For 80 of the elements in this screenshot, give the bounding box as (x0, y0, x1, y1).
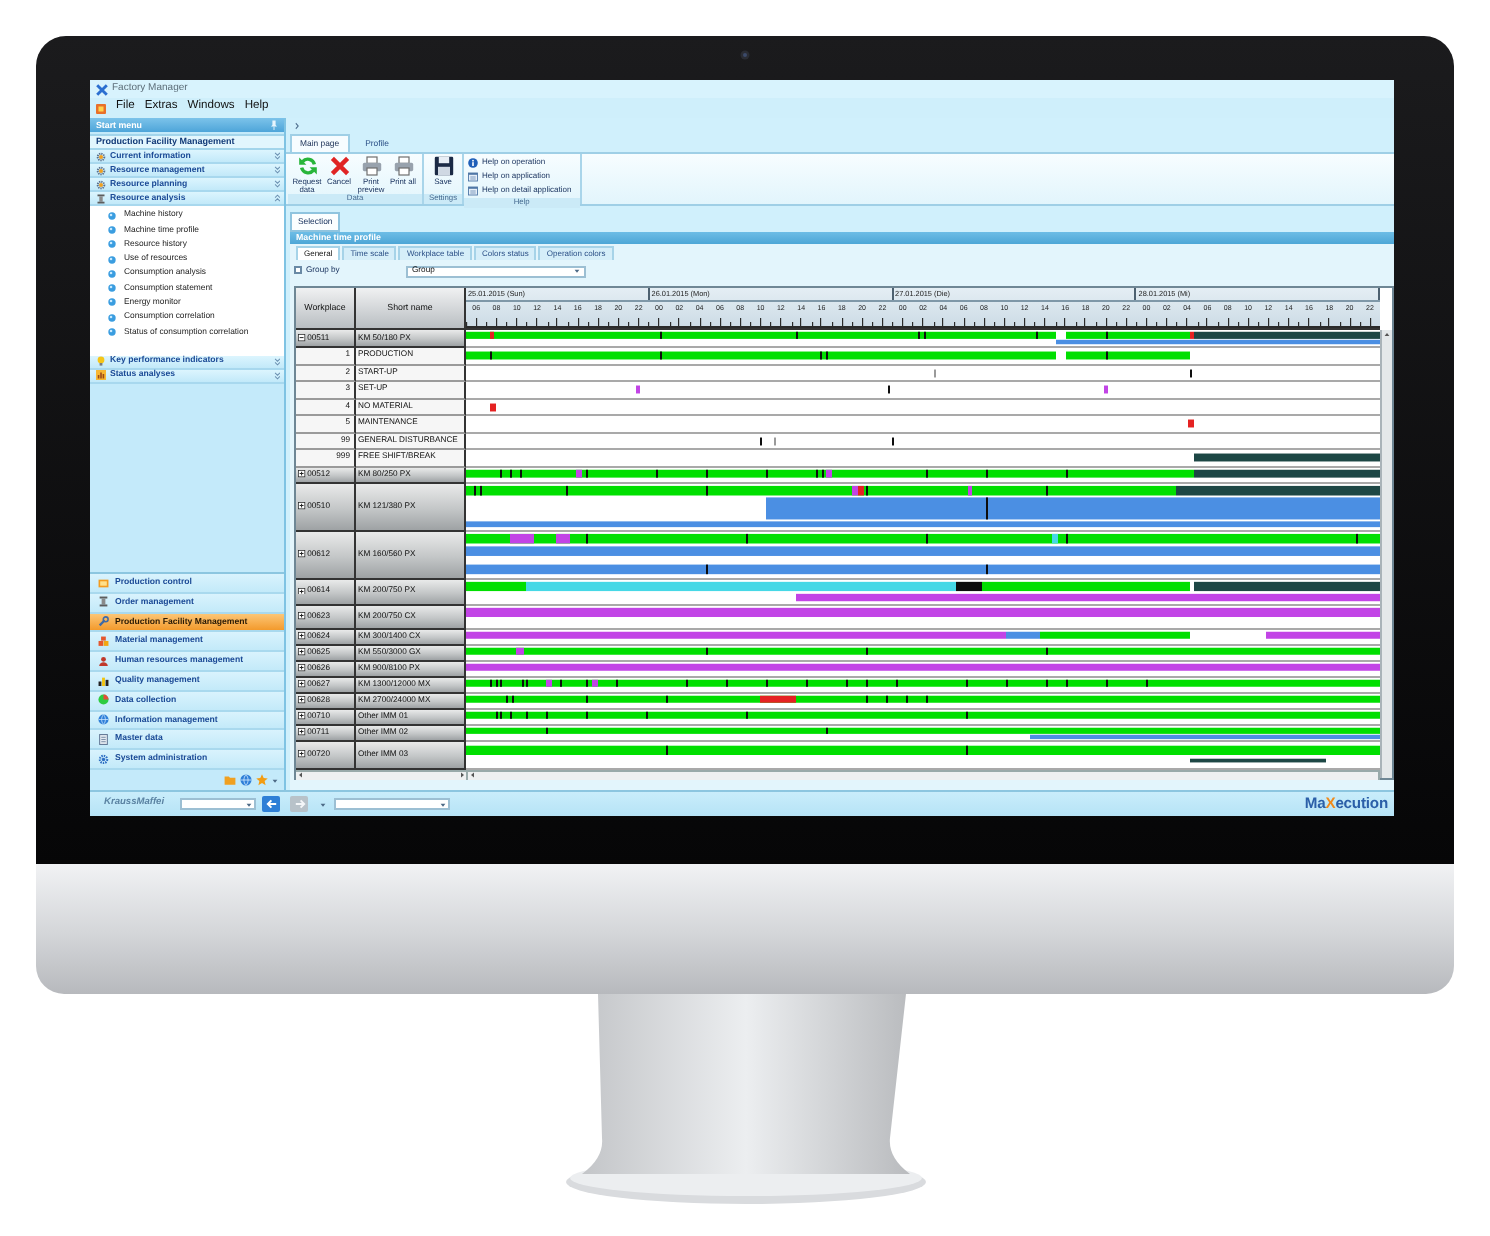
timeline-segment (1104, 385, 1108, 394)
chevron-right-icon[interactable] (294, 121, 300, 129)
back-button[interactable] (262, 796, 280, 812)
collapse-icon[interactable] (298, 334, 306, 342)
dot-icon (108, 211, 116, 220)
bulb-icon (96, 356, 106, 367)
star-icon[interactable] (256, 774, 268, 786)
expand-icon[interactable] (298, 470, 306, 478)
dropdown-field[interactable] (180, 798, 256, 810)
scroll-right-icon[interactable] (459, 772, 464, 778)
scroll-up-icon[interactable] (1384, 332, 1390, 337)
timeline-segment (760, 436, 762, 445)
globe-icon[interactable] (240, 774, 252, 786)
expand-icon[interactable] (298, 664, 306, 672)
arrow-right-icon (293, 798, 305, 810)
scroll-left-icon[interactable] (298, 772, 303, 778)
printer-icon (393, 156, 413, 176)
caret-icon (246, 801, 252, 807)
x-logo-icon (96, 83, 108, 95)
dot-icon (108, 240, 116, 249)
timeline-segment (1066, 351, 1190, 360)
expand-icon[interactable] (298, 632, 306, 640)
timeline-segment (1188, 419, 1194, 428)
column-icon (98, 596, 109, 608)
dot-icon (108, 298, 116, 307)
bar-chart-icon (98, 675, 109, 687)
info-icon (468, 157, 478, 168)
camera-icon (740, 50, 750, 60)
caret-icon (574, 268, 580, 274)
column-icon (96, 193, 106, 203)
dot-icon (108, 328, 116, 337)
wrench-icon (98, 616, 109, 628)
document-icon (98, 734, 109, 746)
expand-icon[interactable] (298, 502, 306, 510)
expand-icon[interactable] (298, 680, 306, 688)
timeline-segment (774, 436, 776, 445)
box-icon (98, 577, 109, 589)
timeline-segment (1190, 368, 1192, 377)
window-icon (468, 171, 478, 182)
expand-icon[interactable] (298, 587, 306, 595)
expand-icon[interactable] (298, 612, 306, 620)
gear-icon (98, 753, 109, 765)
globe-icon (98, 714, 109, 726)
caret-icon[interactable] (272, 777, 278, 783)
dropdown-field[interactable] (334, 798, 450, 810)
timeline-segment (1266, 630, 1380, 638)
expand-icon[interactable] (298, 550, 306, 558)
dot-icon (108, 225, 116, 234)
arrow-left-icon (265, 798, 277, 810)
horizontal-scrollbar[interactable] (468, 771, 1380, 779)
caret-icon (440, 801, 446, 807)
dot-icon (108, 313, 116, 322)
timeline-segment (490, 402, 496, 411)
vertical-scrollbar[interactable] (1380, 330, 1392, 778)
caret-icon[interactable] (320, 801, 326, 807)
checkbox[interactable] (294, 266, 302, 275)
timeline-segment (892, 436, 894, 445)
expand-icon[interactable] (298, 712, 306, 720)
expand-icon[interactable] (298, 696, 306, 704)
dot-icon (108, 255, 116, 264)
bar-chart-icon (96, 370, 106, 381)
timeline-segment (636, 385, 640, 394)
person-icon (98, 655, 109, 667)
timeline-segment (934, 368, 936, 377)
app-menu-icon[interactable] (96, 103, 106, 113)
window-icon (468, 186, 478, 197)
expand-icon[interactable] (298, 750, 306, 758)
expand-icon[interactable] (298, 728, 306, 736)
timeline-segment (1190, 757, 1326, 762)
refresh-icon (297, 156, 317, 176)
pie-chart-icon (98, 694, 109, 706)
horizontal-scrollbar[interactable] (296, 771, 468, 779)
dot-icon (108, 284, 116, 293)
dot-icon (108, 269, 116, 278)
timeline-segment (888, 385, 890, 394)
expand-icon[interactable] (298, 648, 306, 656)
save-icon (433, 156, 453, 176)
cross-icon (329, 156, 349, 176)
cubes-icon (98, 636, 109, 648)
printer-icon (361, 156, 381, 176)
